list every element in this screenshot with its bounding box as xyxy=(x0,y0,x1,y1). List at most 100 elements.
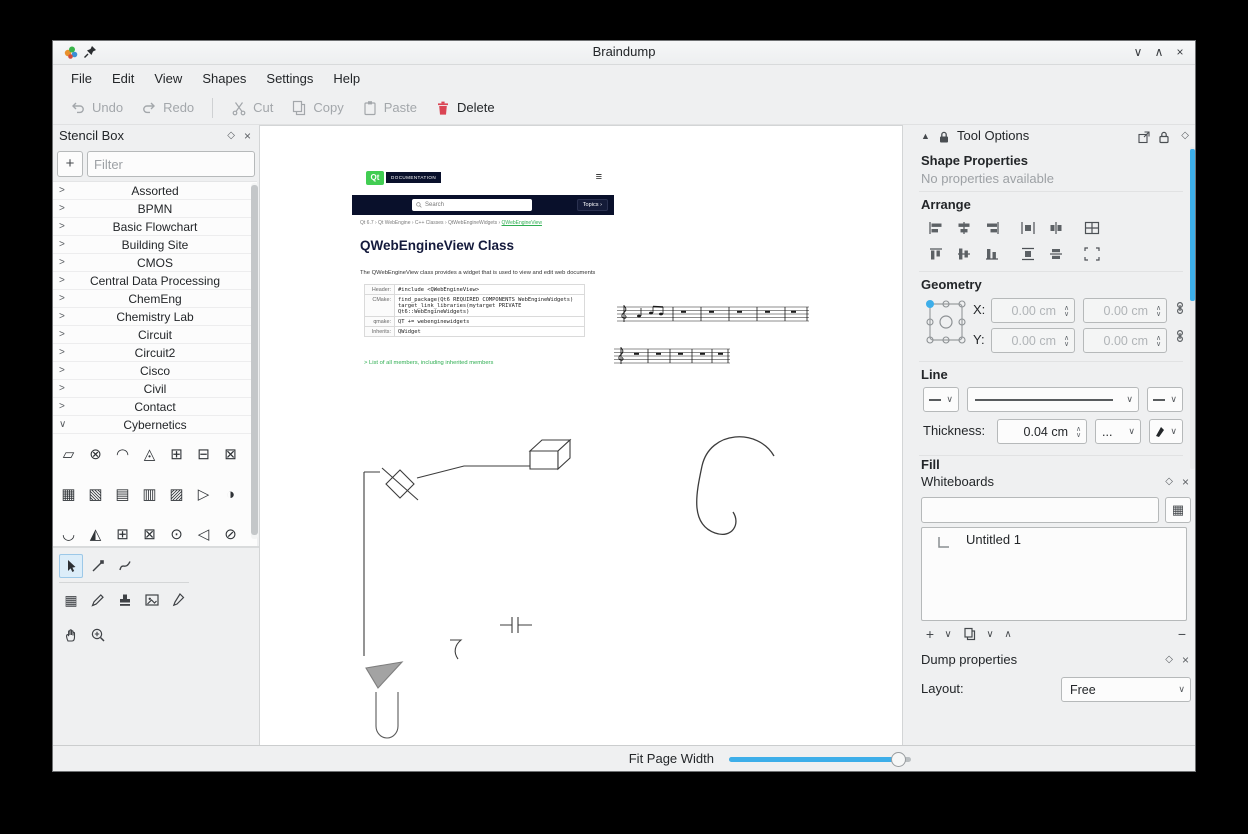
zoom-slider-handle[interactable] xyxy=(891,752,906,767)
select-tool-button[interactable] xyxy=(59,554,83,578)
stencil-category-civil[interactable]: >Civil xyxy=(53,380,257,398)
stencil-shape[interactable]: ⊘ xyxy=(217,514,244,546)
height-spinbox[interactable]: 0.00 cm ∧∨ xyxy=(1083,328,1167,353)
stencil-category-cisco[interactable]: >Cisco xyxy=(53,362,257,380)
expander-icon[interactable]: > xyxy=(59,362,65,380)
line-dash-combo[interactable]: ... ∨ xyxy=(1095,419,1141,444)
float-panel-icon[interactable]: ◇ xyxy=(1165,471,1173,493)
stencil-shape[interactable]: ◡ xyxy=(55,514,82,546)
image-tool-button[interactable] xyxy=(140,588,164,612)
ungroup-button[interactable] xyxy=(1079,243,1105,265)
maximize-button[interactable]: ∧ xyxy=(1150,43,1168,61)
curve-tool-button[interactable] xyxy=(113,554,137,578)
menu-shapes[interactable]: Shapes xyxy=(192,68,256,89)
menu-edit[interactable]: Edit xyxy=(102,68,144,89)
board-view-button[interactable]: ▦ xyxy=(1165,497,1191,523)
close-panel-icon[interactable]: × xyxy=(1182,649,1189,671)
expander-open-icon[interactable]: ∨ xyxy=(59,416,66,434)
music-staff-shape-1[interactable] xyxy=(617,304,809,326)
detach-icon[interactable] xyxy=(1137,129,1151,151)
music-staff-shape-2[interactable] xyxy=(614,346,730,368)
menu-settings[interactable]: Settings xyxy=(256,68,323,89)
cut-button[interactable]: Cut xyxy=(222,95,282,121)
stencil-category-cmos[interactable]: >CMOS xyxy=(53,254,257,272)
align-left-button[interactable] xyxy=(923,217,949,239)
float-panel-icon[interactable]: ◇ xyxy=(1165,649,1173,671)
stencil-category-contact[interactable]: >Contact xyxy=(53,398,257,416)
qt-doc-embed[interactable]: Qt DOCUMENTATION ≡ Search Topics › Qt 6.… xyxy=(352,170,614,380)
expander-icon[interactable]: > xyxy=(59,254,65,272)
stencil-shape[interactable]: ⊠ xyxy=(136,514,163,546)
layout-combo[interactable]: Free ∨ xyxy=(1061,677,1191,702)
zoom-tool-button[interactable] xyxy=(86,623,110,647)
spin-arrows[interactable]: ∧∨ xyxy=(1071,425,1086,439)
whiteboard-canvas[interactable]: Qt DOCUMENTATION ≡ Search Topics › Qt 6.… xyxy=(259,125,903,747)
stencil-category-bpmn[interactable]: >BPMN xyxy=(53,200,257,218)
stencil-shape[interactable]: ⊠ xyxy=(217,434,244,474)
pan-tool-button[interactable] xyxy=(59,623,83,647)
stencil-shape[interactable]: ◁ xyxy=(190,514,217,546)
line-style-combo[interactable]: ∨ xyxy=(967,387,1139,412)
menu-file[interactable]: File xyxy=(61,68,102,89)
stencil-shape[interactable]: ▧ xyxy=(82,474,109,514)
stencil-shape[interactable]: ⊟ xyxy=(190,434,217,474)
align-bottom-button[interactable] xyxy=(979,243,1005,265)
stencil-category-circuit[interactable]: >Circuit xyxy=(53,326,257,344)
stencil-shape[interactable]: ◭ xyxy=(82,514,109,546)
paste-button[interactable]: Paste xyxy=(353,95,426,121)
pin-lock-icon[interactable] xyxy=(1157,129,1171,151)
stencil-category-chemeng[interactable]: >ChemEng xyxy=(53,290,257,308)
stencil-shape[interactable]: ⊞ xyxy=(163,434,190,474)
menu-view[interactable]: View xyxy=(144,68,192,89)
expander-icon[interactable]: > xyxy=(59,380,65,398)
group-button[interactable] xyxy=(1079,217,1105,239)
stencil-filter-input[interactable] xyxy=(87,151,255,177)
expander-icon[interactable]: > xyxy=(59,272,65,290)
float-panel-icon[interactable]: ◇ xyxy=(227,125,235,147)
remove-whiteboard-button[interactable]: − xyxy=(1173,625,1191,643)
stencil-shape[interactable]: ◬ xyxy=(136,434,163,474)
expander-icon[interactable]: > xyxy=(59,218,65,236)
stencil-shape[interactable]: ▤ xyxy=(109,474,136,514)
titlebar[interactable]: Braindump ∨ ∧ × xyxy=(53,41,1195,65)
close-button[interactable]: × xyxy=(1171,43,1189,61)
redo-button[interactable]: Redo xyxy=(132,95,203,121)
panel-splitter[interactable] xyxy=(53,546,259,548)
add-stencil-button[interactable]: + xyxy=(57,151,83,177)
distribute-v-center-button[interactable] xyxy=(1043,243,1069,265)
spin-arrows[interactable]: ∧∨ xyxy=(1059,304,1074,318)
x-position-spinbox[interactable]: 0.00 cm ∧∨ xyxy=(991,298,1075,323)
expander-icon[interactable]: > xyxy=(59,344,65,362)
delete-button[interactable]: Delete xyxy=(426,95,504,121)
y-position-spinbox[interactable]: 0.00 cm ∧∨ xyxy=(991,328,1075,353)
pen-tool-button[interactable] xyxy=(167,588,191,612)
stencil-shape[interactable]: ◠ xyxy=(109,434,136,474)
scrollbar-thumb[interactable] xyxy=(251,185,258,535)
move-down-button[interactable]: ∨ xyxy=(981,625,999,643)
float-panel-icon[interactable]: ◇ xyxy=(1181,125,1189,147)
menu-help[interactable]: Help xyxy=(323,68,370,89)
stencil-category-assorted[interactable]: >Assorted xyxy=(53,182,257,200)
stencil-shape[interactable]: ▱ xyxy=(55,434,82,474)
whiteboard-item[interactable]: Untitled 1 xyxy=(922,528,1186,552)
undo-button[interactable]: Undo xyxy=(61,95,132,121)
line-cap-combo[interactable]: ∨ xyxy=(1149,419,1183,444)
stencil-shape[interactable]: ▦ xyxy=(55,474,82,514)
thickness-spinbox[interactable]: 0.04 cm ∧∨ xyxy=(997,419,1087,444)
minimize-button[interactable]: ∨ xyxy=(1129,43,1147,61)
stencil-shape[interactable]: ◑ xyxy=(217,474,244,514)
stencil-category-chemistry-lab[interactable]: >Chemistry Lab xyxy=(53,308,257,326)
add-whiteboard-button[interactable]: + xyxy=(921,625,939,643)
expander-icon[interactable]: > xyxy=(59,290,65,308)
stencil-shape[interactable]: ▥ xyxy=(136,474,163,514)
stencil-category-central-data-processing[interactable]: >Central Data Processing xyxy=(53,272,257,290)
stencil-shape[interactable]: ▷ xyxy=(190,474,217,514)
position-anchor-selector[interactable] xyxy=(923,297,969,350)
expander-icon[interactable]: > xyxy=(59,200,65,218)
stencil-shape[interactable]: ▨ xyxy=(163,474,190,514)
stencil-category-circuit2[interactable]: >Circuit2 xyxy=(53,344,257,362)
spin-arrows[interactable]: ∧∨ xyxy=(1151,334,1166,348)
align-vcenter-button[interactable] xyxy=(951,243,977,265)
line-start-style-combo[interactable]: ∨ xyxy=(923,387,959,412)
line-tool-button[interactable] xyxy=(86,554,110,578)
